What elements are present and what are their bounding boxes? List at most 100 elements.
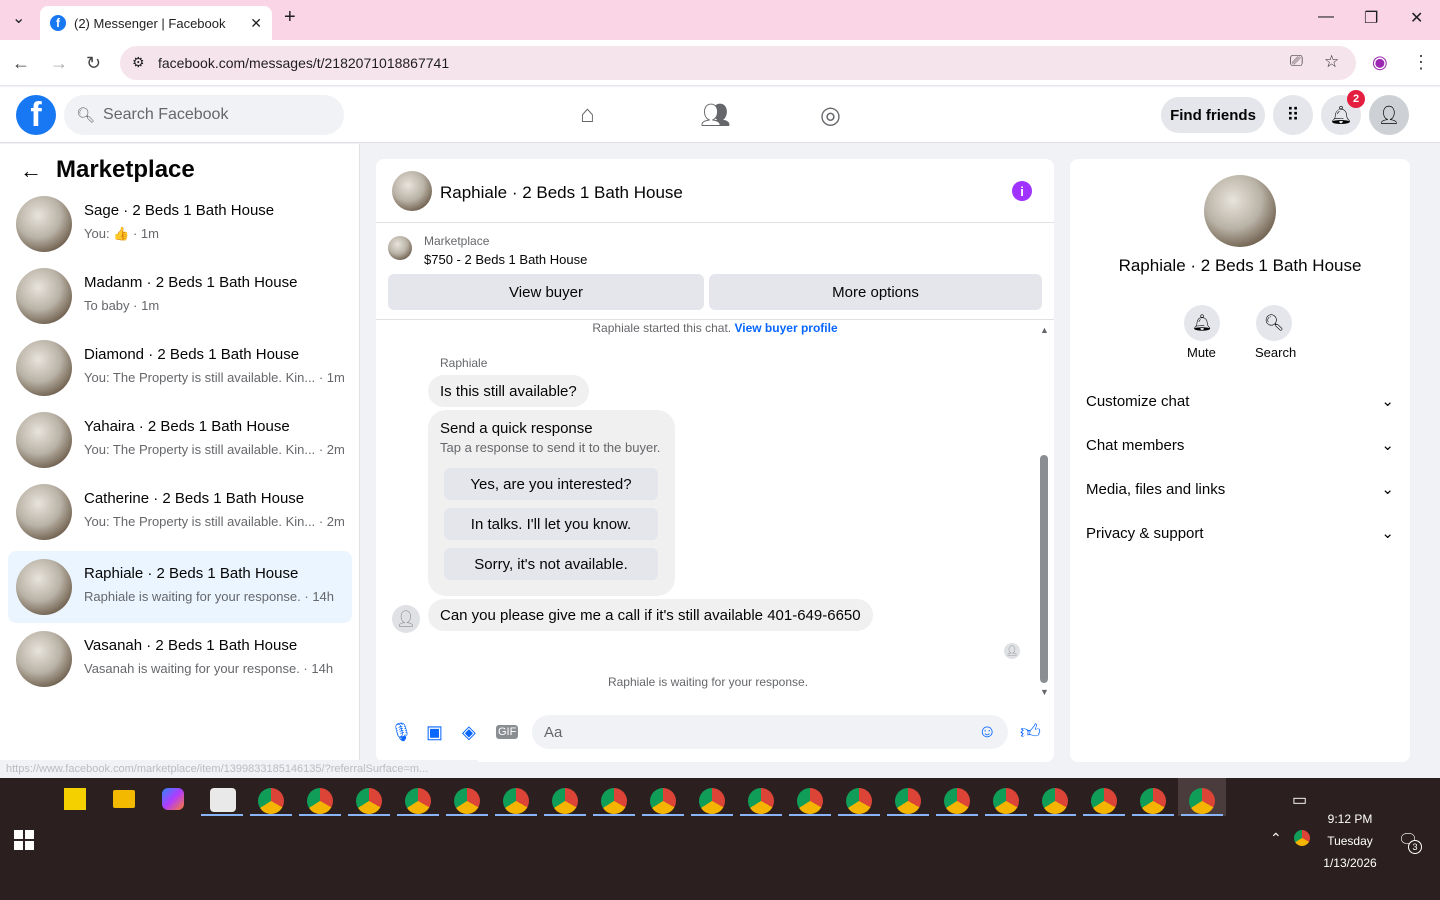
app-running-indicator (936, 814, 978, 816)
groups-icon[interactable]: ◎ (820, 101, 841, 130)
chrome-icon[interactable] (1091, 788, 1117, 814)
site-info-icon[interactable]: ⚙ (132, 54, 145, 71)
chrome-tray-icon[interactable] (1294, 830, 1310, 846)
tab-search-icon[interactable]: ⌄ (12, 8, 25, 28)
conversation-item[interactable]: Madanm · 2 Beds 1 Bath House To baby · 1… (8, 260, 352, 332)
section-label: Privacy & support (1086, 524, 1204, 542)
details-avatar[interactable] (1204, 175, 1276, 247)
chevron-up-icon[interactable]: ⌃ (1270, 830, 1282, 847)
chrome-icon[interactable] (797, 788, 823, 814)
browser-menu-icon[interactable]: ⋮ (1412, 52, 1430, 73)
back-icon[interactable]: ← (12, 53, 30, 74)
privacy-support-row[interactable]: Privacy & support ⌄ (1086, 515, 1394, 551)
file-explorer-icon[interactable] (113, 790, 135, 808)
view-buyer-profile-link[interactable]: View buyer profile (734, 321, 837, 335)
facebook-logo-icon[interactable]: f (16, 95, 56, 135)
quick-response-button[interactable]: Yes, are you interested? (444, 468, 658, 500)
minimize-icon[interactable]: — (1318, 8, 1334, 26)
bookmark-star-icon[interactable]: ☆ (1324, 52, 1339, 72)
chrome-icon[interactable] (307, 788, 333, 814)
app-running-indicator (1132, 814, 1174, 816)
windows-start-icon[interactable] (14, 830, 34, 850)
sticker-icon[interactable]: ◈ (462, 722, 476, 743)
chrome-icon[interactable] (503, 788, 529, 814)
maximize-icon[interactable]: ❐ (1364, 8, 1378, 28)
chat-title[interactable]: Raphiale · 2 Beds 1 Bath House (440, 183, 683, 203)
section-label: Customize chat (1086, 392, 1190, 410)
quick-response-button[interactable]: In talks. I'll let you know. (444, 508, 658, 540)
back-arrow-icon[interactable]: ← (20, 158, 42, 184)
conversation-item[interactable]: Catherine · 2 Beds 1 Bath House You: The… (8, 476, 352, 548)
app-running-indicator (838, 814, 880, 816)
menu-grid-icon[interactable]: ⠿ (1273, 95, 1313, 135)
chrome-icon[interactable] (895, 788, 921, 814)
media-files-links-row[interactable]: Media, files and links ⌄ (1086, 471, 1394, 507)
install-app-icon[interactable]: ⎚ (1290, 53, 1303, 71)
chevron-down-icon: ⌄ (1381, 437, 1394, 454)
chrome-icon[interactable] (601, 788, 627, 814)
search-icon[interactable]: 🔍︎ (1256, 305, 1292, 341)
system-clock[interactable]: 9:12 PM Tuesday 1/13/2026 (1310, 808, 1390, 874)
home-icon[interactable]: ⌂ (580, 101, 595, 129)
desktop-icon[interactable]: ▭ (1292, 790, 1307, 810)
friends-icon[interactable]: 👥︎ (700, 101, 730, 130)
sticky-notes-icon[interactable] (64, 788, 86, 810)
copilot-icon[interactable] (162, 788, 184, 810)
chrome-icon[interactable] (356, 788, 382, 814)
listing-price[interactable]: $750 - 2 Beds 1 Bath House (424, 252, 587, 267)
conversation-item-active[interactable]: Raphiale · 2 Beds 1 Bath House Raphiale … (8, 551, 352, 623)
facebook-search-input[interactable]: 🔍︎ Search Facebook (64, 95, 344, 135)
facebook-header: f 🔍︎ Search Facebook ⌂ 👥︎ ◎ Find friends… (0, 87, 1440, 143)
gif-icon[interactable]: GIF (496, 725, 519, 739)
customize-chat-row[interactable]: Customize chat ⌄ (1086, 383, 1394, 419)
quick-response-button[interactable]: Sorry, it's not available. (444, 548, 658, 580)
view-buyer-button[interactable]: View buyer (388, 274, 704, 310)
new-tab-icon[interactable]: + (284, 6, 296, 29)
mute-bell-icon[interactable]: 🔔︎ (1184, 305, 1220, 341)
conversation-item[interactable]: Diamond · 2 Beds 1 Bath House You: The P… (8, 332, 352, 404)
account-avatar[interactable]: 👤︎ (1369, 95, 1409, 135)
conversation-item[interactable]: Vasanah · 2 Beds 1 Bath House Vasanah is… (8, 623, 352, 695)
chrome-icon[interactable] (993, 788, 1019, 814)
chrome-icon[interactable] (552, 788, 578, 814)
profile-icon[interactable]: ◉ (1372, 52, 1388, 73)
browser-tab[interactable]: f (2) Messenger | Facebook ✕ (40, 6, 272, 40)
chat-scrollbar[interactable] (1040, 455, 1048, 683)
photo-icon[interactable]: ▣ (426, 722, 443, 743)
chrome-icon[interactable] (846, 788, 872, 814)
conversation-name: Sage · 2 Beds 1 Bath House (84, 202, 275, 219)
microphone-icon[interactable]: 🎙︎ (390, 722, 413, 743)
chrome-icon[interactable] (258, 788, 284, 814)
chrome-icon[interactable] (699, 788, 725, 814)
message-input[interactable]: Aa ☺ (532, 715, 1008, 749)
chrome-icon[interactable] (405, 788, 431, 814)
scroll-down-icon[interactable]: ▼ (1040, 687, 1049, 697)
scroll-up-icon[interactable]: ▲ (1040, 325, 1049, 335)
find-friends-button[interactable]: Find friends (1161, 97, 1265, 133)
conversation-name: Catherine · 2 Beds 1 Bath House (84, 490, 305, 507)
conversation-item[interactable]: Yahaira · 2 Beds 1 Bath House You: The P… (8, 404, 352, 476)
chrome-icon[interactable] (1140, 788, 1166, 814)
window-close-icon[interactable]: ✕ (1410, 8, 1423, 28)
chrome-icon[interactable] (650, 788, 676, 814)
info-icon[interactable]: i (1012, 181, 1032, 201)
chat-avatar[interactable] (392, 171, 432, 211)
notification-count-badge: 3 (1408, 840, 1422, 854)
more-options-button[interactable]: More options (709, 274, 1042, 310)
url-input[interactable]: ⚙ facebook.com/messages/t/21820710188677… (120, 46, 1356, 80)
reload-icon[interactable]: ↻ (86, 53, 101, 74)
chrome-icon-active[interactable] (1189, 788, 1215, 814)
chrome-icon[interactable] (454, 788, 480, 814)
chrome-icon[interactable] (748, 788, 774, 814)
forward-icon[interactable]: → (50, 53, 68, 74)
chat-members-row[interactable]: Chat members ⌄ (1086, 427, 1394, 463)
conversation-name: Madanm · 2 Beds 1 Bath House (84, 274, 298, 291)
sender-avatar-icon[interactable]: 👤︎ (392, 605, 420, 633)
paint-icon[interactable] (210, 788, 236, 812)
like-thumb-icon[interactable]: 👍︎ (1020, 720, 1041, 744)
tab-close-icon[interactable]: ✕ (250, 15, 262, 32)
emoji-icon[interactable]: ☺ (978, 721, 996, 742)
chrome-icon[interactable] (944, 788, 970, 814)
conversation-item[interactable]: Sage · 2 Beds 1 Bath House You: 👍 · 1m (8, 188, 352, 260)
chrome-icon[interactable] (1042, 788, 1068, 814)
